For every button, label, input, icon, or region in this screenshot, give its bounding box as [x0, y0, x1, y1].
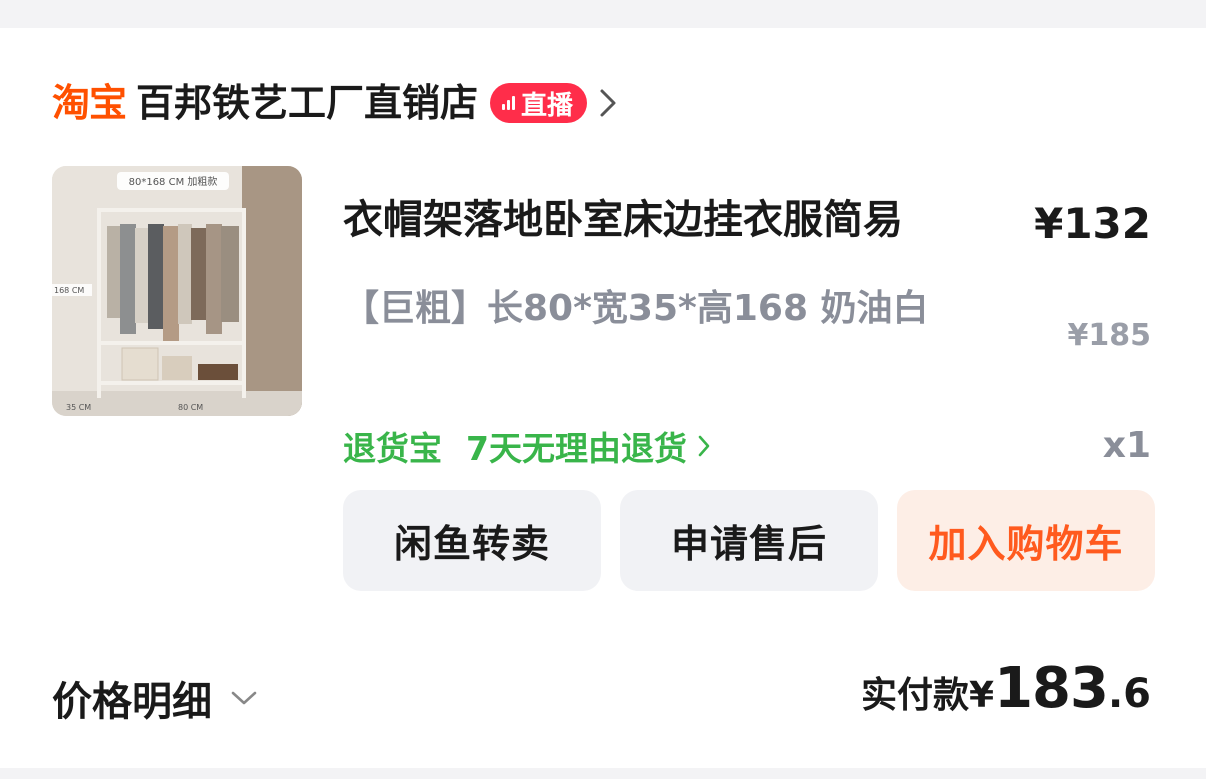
original-price: ¥185 — [1067, 318, 1152, 353]
thumb-height-label: 168 CM — [54, 286, 84, 295]
live-label: 直播 — [521, 90, 574, 121]
paid-amount: 实付款 ¥ 183 .6 — [861, 656, 1151, 721]
product-price: ¥132 — [1034, 199, 1151, 248]
taobao-logo: 淘宝 — [52, 81, 127, 125]
clothes-rack-image: 80*168 CM 加粗款 168 CM 35 CM 80 CM — [52, 166, 302, 416]
price-detail-label: 价格明细 — [52, 679, 212, 725]
product-thumbnail[interactable]: 80*168 CM 加粗款 168 CM 35 CM 80 CM — [52, 166, 302, 416]
chevron-down-icon — [231, 691, 257, 705]
price-detail-toggle[interactable]: 价格明细 — [52, 668, 258, 728]
resell-button[interactable]: 闲鱼转卖 — [343, 490, 601, 591]
live-bars-icon — [502, 96, 516, 110]
chevron-right-icon[interactable] — [597, 86, 619, 120]
hanging-clothes — [107, 224, 239, 344]
add-to-cart-button[interactable]: 加入购物车 — [897, 490, 1155, 591]
return-service[interactable]: 退货宝 7天无理由退货 — [343, 420, 711, 472]
store-header[interactable]: 淘宝 百邦铁艺工厂直销店 直播 — [52, 80, 619, 126]
after-sales-button[interactable]: 申请售后 — [620, 490, 878, 591]
paid-decimal: .6 — [1107, 671, 1151, 717]
product-spec[interactable]: 【巨粗】长80*宽35*高168 奶油白 — [343, 280, 983, 338]
chevron-right-icon — [698, 435, 710, 457]
paid-integer: 183 — [994, 656, 1109, 721]
thumb-top-label: 80*168 CM 加粗款 — [129, 175, 218, 188]
return-service-name: 退货宝 — [343, 429, 442, 468]
paid-label: 实付款 — [860, 675, 969, 716]
return-policy: 7天无理由退货 — [466, 429, 687, 468]
thumb-depth-label: 35 CM — [66, 403, 91, 412]
paid-currency: ¥ — [969, 675, 995, 716]
thumb-width-label: 80 CM — [178, 403, 203, 412]
live-badge[interactable]: 直播 — [490, 83, 588, 123]
quantity: x1 — [1102, 425, 1151, 466]
product-title[interactable]: 衣帽架落地卧室床边挂衣服简易 — [343, 192, 903, 248]
store-name[interactable]: 百邦铁艺工厂直销店 — [136, 80, 478, 126]
